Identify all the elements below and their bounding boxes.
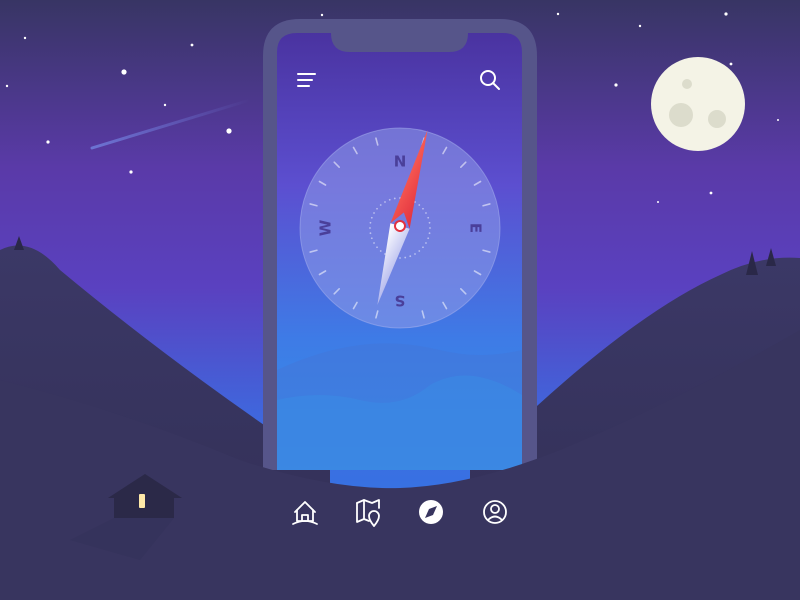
compass-dot [373,212,375,214]
screen-waves [277,343,522,470]
compass-dot [379,204,382,206]
compass-south-label: S [395,292,406,310]
compass-dot [425,212,427,214]
compass-dot [429,227,431,229]
nav-home-button[interactable] [287,494,323,530]
compass-dot [409,255,412,258]
compass-dot [399,257,401,259]
compass-west-label: W [317,219,335,236]
compass-dot [369,232,372,235]
compass-dot [369,221,372,224]
compass-dot [373,242,375,244]
compass-dot [427,216,430,219]
compass-dot [404,256,407,259]
compass-dot [393,197,396,200]
nav-compass-button[interactable] [413,494,449,530]
cabin-window [139,494,145,508]
compass-dot [388,198,391,201]
moon [651,57,745,151]
compass-dial: N E S W [299,127,501,329]
compass-dot [422,207,424,210]
nav-profile-button[interactable] [477,494,513,530]
compass-dot [369,227,371,229]
compass-dot [379,250,382,252]
compass-dot [370,237,373,240]
compass-dot [384,201,386,203]
compass-dot [376,207,378,210]
compass-dot [418,250,421,252]
menu-button[interactable] [290,66,324,96]
compass-east-label: E [467,223,485,233]
nav-map-button[interactable] [350,494,386,530]
night-landscape-scene: N E S W [0,0,800,600]
compass-north-label: N [394,153,407,171]
compass-dot [422,246,424,249]
compass-dot [418,204,421,206]
compass-dot [428,221,431,224]
compass-dot [370,216,373,219]
compass-dot [425,242,427,244]
compass-dot [414,253,416,255]
compass-dot [427,237,430,240]
compass-dot [376,246,378,249]
compass-dot [428,232,431,235]
search-button[interactable] [474,64,508,98]
